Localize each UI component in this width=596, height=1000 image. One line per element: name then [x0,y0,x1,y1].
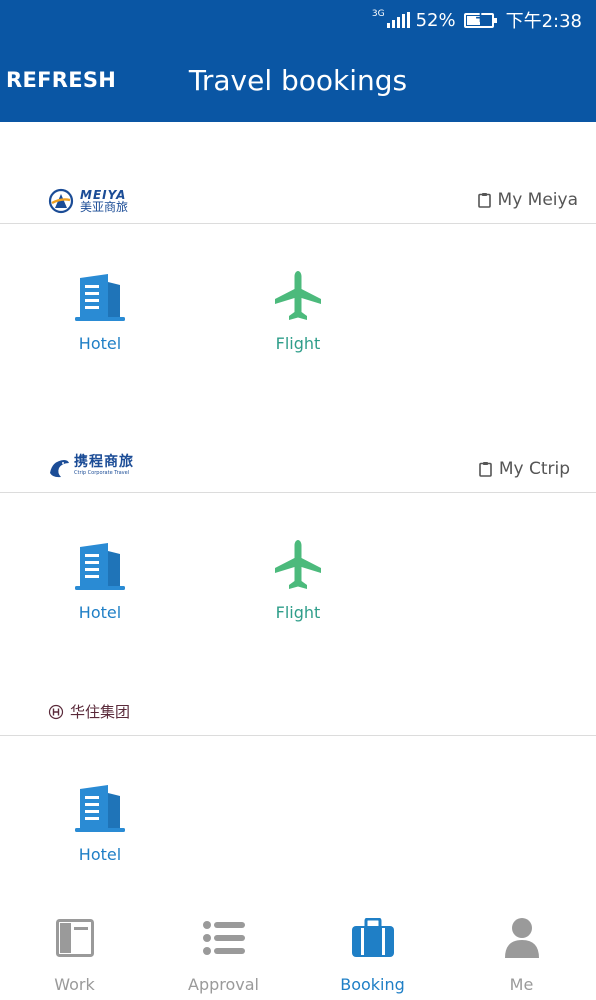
hotel-label: Hotel [78,845,122,864]
ctrip-logo-cn: 携程商旅 [74,454,134,470]
battery-percent: 52% [415,9,456,31]
section-header-huazhu: 华住集团 [0,696,596,736]
tab-work[interactable]: Work [0,900,149,1000]
huazhu-logo: 华住集团 [48,701,130,722]
meiya-hotel-tile[interactable]: Hotel [45,262,155,353]
tab-booking-label: Booking [340,975,405,994]
battery-icon: + [463,10,497,28]
hotel-label: Hotel [78,334,122,353]
ctrip-dolphin-icon [50,460,69,478]
meiya-flight-tile[interactable]: Flight [243,262,353,353]
tab-me-label: Me [509,975,534,994]
tab-work-label: Work [54,975,95,994]
bottom-tab-bar: Work Approval Booking Me [0,900,596,1000]
huazhu-logo-cn: 华住集团 [70,703,131,721]
tab-approval[interactable]: Approval [149,900,298,1000]
clipboard-icon [479,462,492,477]
airplane-icon [275,540,321,589]
flight-label: Flight [275,603,321,622]
clock: 下午2:38 [505,11,582,32]
hotel-label: Hotel [78,603,122,622]
status-bar: 3G 52% + 下午2:38 [372,8,582,32]
flight-label: Flight [275,334,321,353]
section-header-meiya: MEIYA 美亚商旅 My Meiya [0,184,596,224]
my-meiya-label: My Meiya [497,190,578,210]
app-header: 3G 52% + 下午2:38 REFRESH Travel bookings [0,0,596,122]
hotel-building-icon [75,785,125,832]
page-title: Travel bookings [188,64,408,97]
ctrip-hotel-tile[interactable]: Hotel [45,531,155,622]
list-icon [202,921,245,955]
hotel-building-icon [75,274,125,321]
airplane-icon [275,271,321,320]
my-meiya-link[interactable]: My Meiya [477,190,578,210]
tab-me[interactable]: Me [447,900,596,1000]
my-ctrip-link[interactable]: My Ctrip [479,459,570,479]
huazhu-hotel-tile[interactable]: Hotel [45,773,155,864]
ctrip-logo-en: Ctrip Corporate Travel [74,470,130,476]
briefcase-icon [351,918,394,957]
my-ctrip-label: My Ctrip [498,459,570,479]
huazhu-emblem-icon [48,704,64,719]
user-icon [504,918,539,958]
work-icon [55,919,94,957]
clipboard-icon [477,193,491,208]
meiya-emblem-icon [48,188,74,214]
section-header-ctrip: 携程商旅 Ctrip Corporate Travel My Ctrip [0,453,596,493]
tab-approval-label: Approval [188,975,259,994]
network-type: 3G [371,9,385,19]
ctrip-logo: 携程商旅 Ctrip Corporate Travel [48,454,134,479]
ctrip-flight-tile[interactable]: Flight [243,531,353,622]
meiya-logo-cn: 美亚商旅 [80,200,129,214]
signal-icon [386,12,410,28]
tab-booking[interactable]: Booking [298,900,447,1000]
meiya-logo: MEIYA 美亚商旅 [48,188,128,214]
hotel-building-icon [75,543,125,590]
